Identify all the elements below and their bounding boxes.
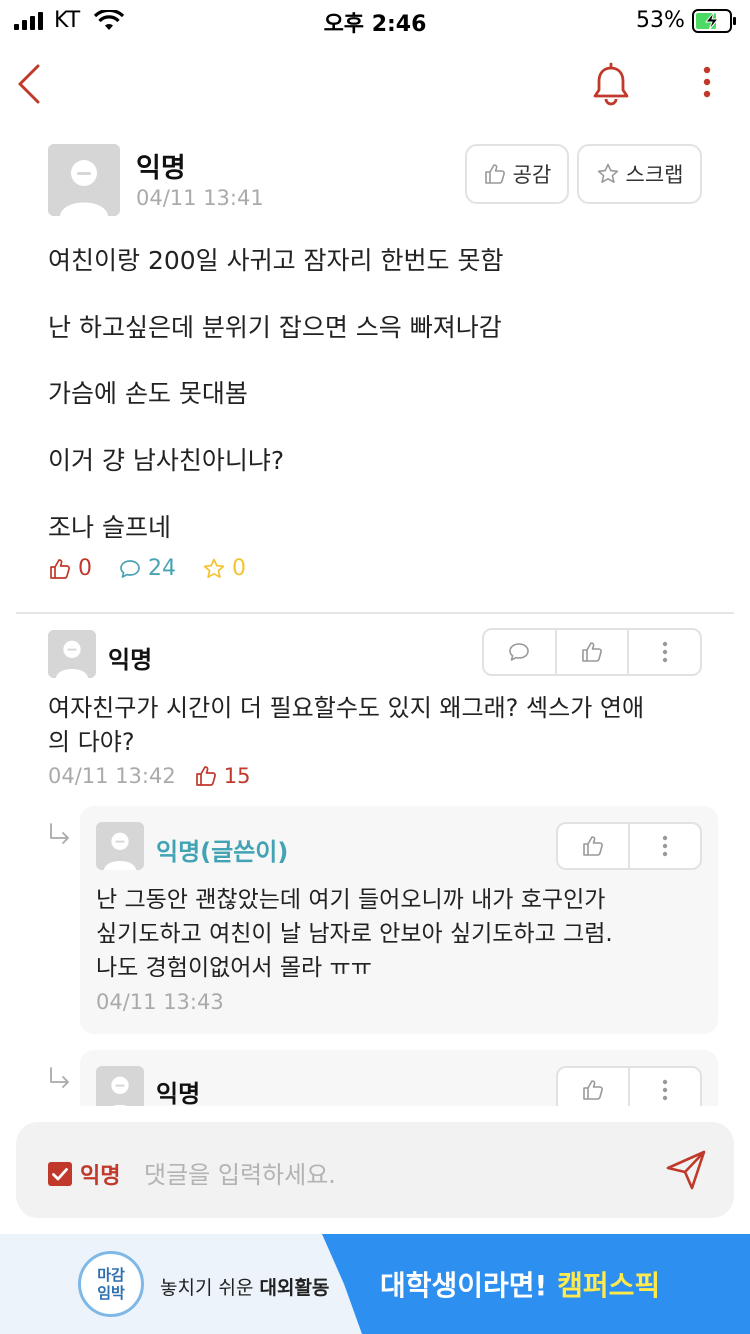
more-vertical-icon bbox=[703, 66, 711, 98]
scrap-count-value: 0 bbox=[232, 556, 246, 581]
notification-button[interactable] bbox=[588, 60, 634, 108]
comment-author-name: 익명 bbox=[108, 646, 153, 674]
reply-date: 04/11 13:43 bbox=[96, 990, 224, 1014]
post-stats: 0 24 0 bbox=[48, 556, 246, 581]
thumbs-up-icon bbox=[583, 1080, 603, 1100]
post-body-line: 여친이랑 200일 사귀고 잠자리 한번도 못함 bbox=[48, 246, 504, 275]
ad-left-text: 놓치기 쉬운 대외활동 bbox=[160, 1273, 329, 1300]
thumbs-up-icon bbox=[583, 836, 603, 856]
reply-text-line: 나도 경험이없어서 몰라 ㅠㅠ bbox=[96, 955, 372, 981]
comment-input[interactable]: 댓글을 입력하세요. bbox=[144, 1155, 336, 1190]
post-body-line: 난 하고싶은데 분위기 잡으면 스윽 빠져나감 bbox=[48, 313, 502, 342]
user-placeholder-icon bbox=[96, 822, 144, 870]
comment-actions bbox=[482, 628, 702, 676]
send-icon bbox=[666, 1150, 706, 1190]
badge-text-2: 임박 bbox=[97, 1284, 125, 1302]
comment-meta: 04/11 13:42 15 bbox=[48, 764, 250, 788]
reply-arrow-icon bbox=[50, 823, 69, 844]
comment-like-value: 15 bbox=[223, 764, 251, 788]
ad-left-bold: 대외활동 bbox=[259, 1277, 330, 1299]
checkbox-checked-icon bbox=[48, 1162, 72, 1186]
reply-arrow-icon bbox=[50, 1067, 69, 1088]
post-date: 04/11 13:41 bbox=[136, 186, 264, 210]
like-button[interactable]: 공감 bbox=[465, 144, 569, 204]
post-like-count: 0 bbox=[48, 556, 92, 581]
post-comment-count: 24 bbox=[118, 556, 176, 581]
comment-date: 04/11 13:42 bbox=[48, 764, 176, 788]
comment-input-bar: 익명 댓글을 입력하세요. bbox=[16, 1122, 734, 1218]
anonymous-label: 익명 bbox=[80, 1164, 121, 1189]
like-count-value: 0 bbox=[78, 556, 92, 581]
badge-text-1: 마감 bbox=[97, 1266, 125, 1284]
star-icon bbox=[203, 558, 225, 578]
comment-like-button[interactable] bbox=[557, 630, 630, 674]
chevron-left-icon bbox=[18, 64, 40, 104]
reply-button[interactable] bbox=[484, 630, 557, 674]
bell-icon bbox=[593, 62, 629, 106]
thumbs-up-icon bbox=[582, 642, 602, 662]
ad-right-text: 대학생이라면! 캠퍼스픽 bbox=[380, 1264, 660, 1304]
reply-text-line: 싶기도하고 여친이 날 남자로 안보아 싶기도하고 그럼. bbox=[96, 921, 613, 947]
battery-percent: 53% bbox=[636, 8, 685, 33]
reply-author-avatar bbox=[96, 1066, 144, 1106]
post-author-avatar bbox=[48, 144, 120, 216]
post-author-name: 익명 bbox=[136, 153, 186, 184]
post-scrap-count: 0 bbox=[202, 556, 246, 581]
reply-author-name: 익명 bbox=[156, 1080, 201, 1106]
reply-text-line: 난 그동안 괜찮았는데 여기 들어오니까 내가 호구인가 bbox=[96, 887, 606, 913]
back-button[interactable] bbox=[12, 60, 56, 108]
deadline-badge: 마감 임박 bbox=[78, 1251, 144, 1317]
reply-more-button[interactable] bbox=[630, 1068, 700, 1106]
scrap-button[interactable]: 스크랩 bbox=[577, 144, 702, 204]
comment-text-line: 여자친구가 시간이 더 필요할수도 있지 왜그래? 섹스가 연애 bbox=[48, 694, 645, 722]
post-body-line: 조나 슬프네 bbox=[48, 513, 171, 542]
reply-actions bbox=[556, 1066, 702, 1106]
ad-right-highlight: 캠퍼스픽 bbox=[557, 1269, 661, 1302]
reply-like-button[interactable] bbox=[558, 824, 630, 868]
thumbs-up-icon bbox=[484, 164, 505, 184]
ad-left-plain: 놓치기 쉬운 bbox=[160, 1277, 260, 1299]
more-menu-button[interactable] bbox=[690, 60, 724, 108]
ad-banner[interactable]: 마감 임박 놓치기 쉬운 대외활동 대학생이라면! 캠퍼스픽 bbox=[0, 1234, 750, 1334]
star-icon bbox=[597, 163, 618, 183]
reply-like-button[interactable] bbox=[558, 1068, 630, 1106]
more-vertical-icon bbox=[662, 835, 668, 857]
comment-count-value: 24 bbox=[148, 556, 176, 581]
comment-author-avatar bbox=[48, 630, 96, 678]
post-divider bbox=[16, 612, 734, 614]
post-body-line: 가슴에 손도 못대봄 bbox=[48, 379, 248, 408]
battery-icon bbox=[692, 9, 736, 33]
send-button[interactable] bbox=[664, 1148, 710, 1192]
speech-bubble-icon bbox=[509, 643, 530, 661]
user-placeholder-icon bbox=[48, 144, 120, 216]
thumbs-up-icon bbox=[195, 766, 216, 786]
ad-right-plain: 대학생이라면! bbox=[380, 1269, 558, 1302]
more-vertical-icon bbox=[662, 641, 667, 663]
like-button-label: 공감 bbox=[512, 163, 552, 187]
reply-author-avatar bbox=[96, 822, 144, 870]
reply-card-partial: 익명 bbox=[0, 1050, 750, 1106]
comment-like-count: 15 bbox=[194, 764, 251, 788]
user-placeholder-icon bbox=[96, 1066, 144, 1106]
scrap-button-label: 스크랩 bbox=[625, 163, 684, 187]
reply-author-name: 익명(글쓴이) bbox=[156, 838, 289, 866]
speech-bubble-icon bbox=[120, 559, 140, 578]
anonymous-toggle[interactable]: 익명 bbox=[48, 1158, 120, 1190]
status-bar: KT 오후 2:46 53% bbox=[0, 0, 750, 40]
comment-text-line: 의 다야? bbox=[48, 728, 135, 756]
comment-more-button[interactable] bbox=[629, 630, 700, 674]
user-placeholder-icon bbox=[48, 630, 96, 678]
more-vertical-icon bbox=[662, 1079, 668, 1101]
reply-actions bbox=[556, 822, 702, 870]
reply-more-button[interactable] bbox=[630, 824, 700, 868]
thumbs-up-icon bbox=[50, 558, 70, 579]
post-body-line: 이거 걍 남사친아니냐? bbox=[48, 446, 285, 475]
